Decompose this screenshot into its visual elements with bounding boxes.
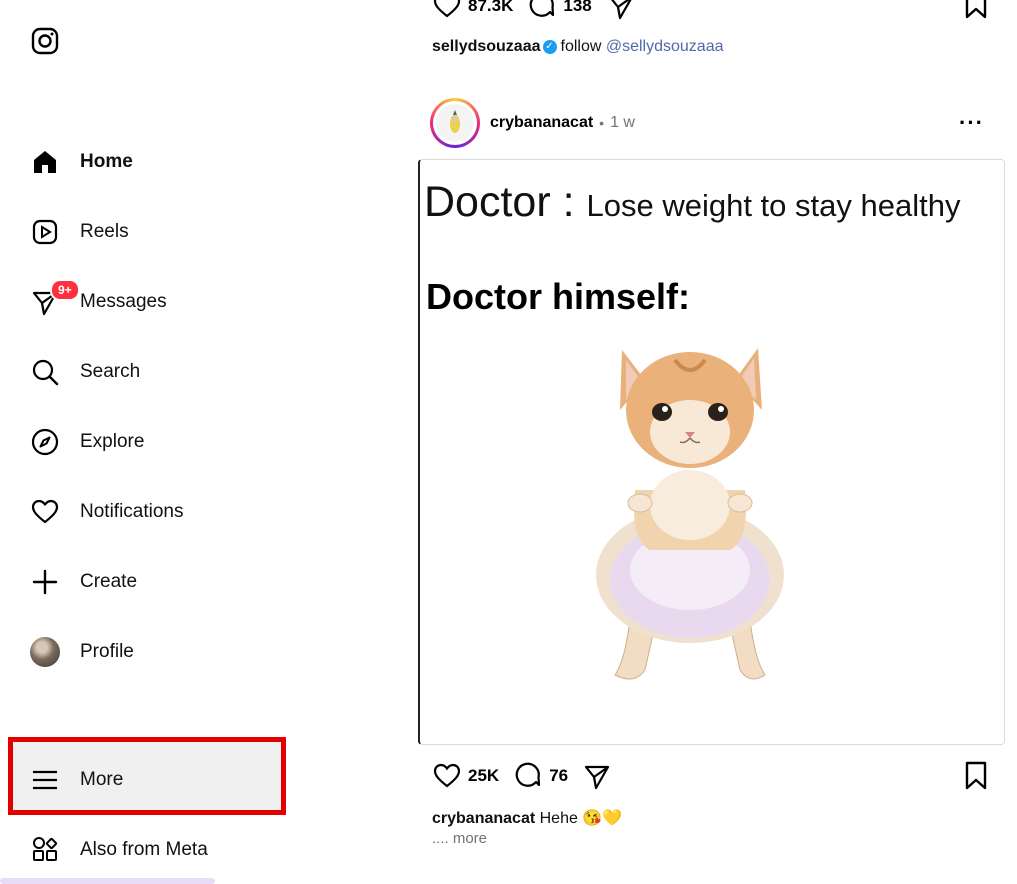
meme-text-line2: Doctor himself: [426, 276, 691, 317]
sidebar-item-label: Notifications [80, 501, 184, 522]
scroll-indicator [0, 878, 215, 884]
comment-button[interactable]: 138 [527, 0, 592, 20]
comment-icon [530, 0, 555, 17]
post-username[interactable]: crybananacat [490, 114, 593, 132]
sidebar-item-reels[interactable]: Reels [22, 206, 277, 258]
heart-icon [433, 0, 461, 18]
post-actions: 25K 76 [432, 762, 632, 790]
sidebar-item-label: Explore [80, 431, 145, 452]
sidebar-item-label: Home [80, 151, 133, 172]
separator: • [599, 115, 605, 131]
sidebar-item-create[interactable]: Create [22, 556, 277, 608]
avatar [30, 637, 60, 667]
sidebar-item-explore[interactable]: Explore [22, 416, 277, 468]
comment-icon [515, 762, 541, 787]
post-age: 1 w [610, 114, 635, 131]
avatar-border [433, 101, 477, 145]
heart-icon [433, 763, 461, 788]
sidebar-item-search[interactable]: Search [22, 346, 277, 398]
fat-cat-illustration [596, 348, 784, 680]
sidebar-item-also-from-meta[interactable]: Also from Meta [22, 824, 277, 876]
sidebar-item-more[interactable]: More [22, 754, 277, 806]
comment-count: 76 [549, 766, 569, 785]
post-header: crybananacat • 1 w ··· [430, 98, 990, 148]
share-icon [585, 765, 610, 790]
sidebar-item-label: Profile [80, 641, 134, 662]
prev-post-caption: sellydsouzaaa ✓ follow @sellydsouzaaa [432, 38, 724, 56]
sidebar-item-label: More [80, 769, 124, 790]
bookmark-icon[interactable] [962, 761, 990, 791]
home-icon [30, 147, 60, 177]
sidebar: Home Reels 9+ Messages Search Explore No… [0, 0, 300, 884]
banana-cat-avatar-icon [450, 110, 460, 133]
avatar [436, 104, 474, 142]
post-caption: crybananacat Hehe 😘💛 [432, 808, 622, 828]
caption-text: Hehe 😘💛 [539, 810, 623, 827]
like-count: 87.3K [468, 0, 514, 15]
sidebar-item-home[interactable]: Home [22, 136, 277, 188]
sidebar-item-messages[interactable]: 9+ Messages [22, 276, 277, 328]
verified-icon: ✓ [542, 39, 557, 54]
profile-icon [30, 637, 60, 667]
like-count: 25K [468, 766, 500, 785]
like-button[interactable]: 87.3K [432, 0, 513, 20]
caption-username[interactable]: crybananacat [432, 810, 535, 827]
more-options-icon[interactable]: ··· [959, 110, 984, 136]
share-button[interactable] [606, 0, 642, 20]
sidebar-item-label: Also from Meta [80, 839, 208, 860]
prev-post-actions: 87.3K 138 [432, 0, 656, 20]
share-icon [610, 0, 632, 20]
like-button[interactable]: 25K [432, 762, 499, 790]
instagram-logo-icon[interactable] [30, 26, 60, 56]
explore-icon [30, 427, 60, 457]
menu-icon [30, 765, 60, 795]
comment-button[interactable]: 76 [513, 762, 568, 790]
sidebar-item-label: Search [80, 361, 141, 382]
search-icon [30, 357, 60, 387]
sidebar-item-label: Messages [80, 291, 167, 312]
heart-icon [30, 497, 60, 527]
story-ring[interactable] [430, 98, 480, 148]
comment-count: 138 [563, 0, 592, 15]
meme-text-doctor: Doctor : [424, 178, 575, 226]
post-image[interactable]: Doctor : Lose weight to stay healthy Doc… [418, 159, 1005, 745]
caption-text: follow [560, 38, 602, 55]
meme-text-advice: Lose weight to stay healthy [586, 188, 961, 223]
sidebar-item-notifications[interactable]: Notifications [22, 486, 277, 538]
bookmark-icon[interactable] [962, 0, 990, 20]
caption-more-link[interactable]: .... more [432, 830, 487, 847]
notification-badge: 9+ [50, 279, 80, 301]
meta-apps-icon [30, 835, 60, 865]
share-button[interactable] [582, 762, 618, 790]
reels-icon [30, 217, 60, 247]
messages-icon: 9+ [30, 279, 80, 317]
caption-mention[interactable]: @sellydsouzaaa [606, 38, 724, 55]
sidebar-item-label: Reels [80, 221, 129, 242]
sidebar-item-profile[interactable]: Profile [22, 626, 277, 678]
sidebar-item-label: Create [80, 571, 138, 592]
caption-username[interactable]: sellydsouzaaa [432, 38, 541, 55]
plus-icon [30, 567, 60, 597]
meme-text-line1: Doctor : Lose weight to stay healthy [424, 178, 960, 227]
